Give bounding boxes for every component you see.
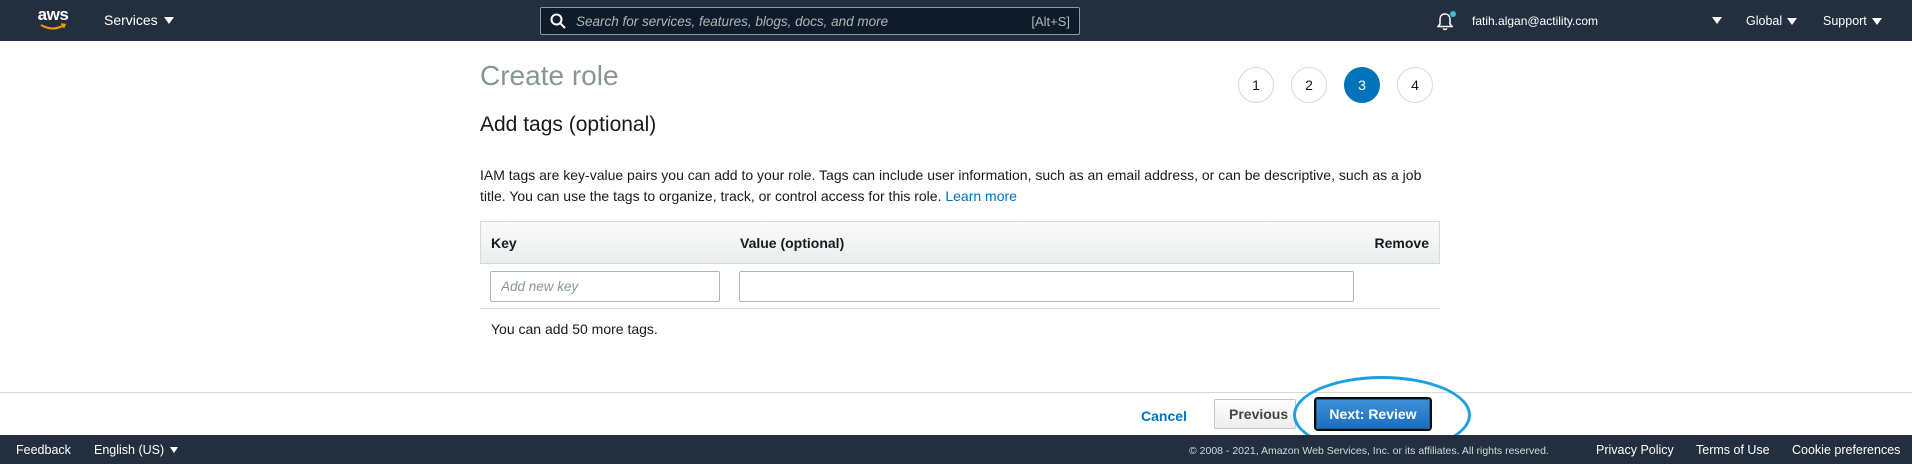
tag-key-input[interactable]	[490, 271, 720, 302]
region-label: Global	[1746, 14, 1783, 28]
region-selector[interactable]: Global	[1746, 14, 1798, 28]
remaining-tags-note: You can add 50 more tags.	[491, 321, 658, 337]
terms-of-use-link[interactable]: Terms of Use	[1696, 443, 1770, 457]
feedback-link[interactable]: Feedback	[16, 443, 71, 457]
caret-down-icon	[1787, 17, 1798, 25]
step-4[interactable]: 4	[1397, 67, 1433, 103]
search-bar[interactable]: [Alt+S]	[540, 7, 1080, 35]
step-2[interactable]: 2	[1291, 67, 1327, 103]
cancel-button[interactable]: Cancel	[1141, 408, 1187, 424]
caret-down-icon	[170, 447, 179, 453]
tag-value-input[interactable]	[739, 271, 1354, 302]
services-label: Services	[104, 12, 158, 28]
next-review-button[interactable]: Next: Review	[1316, 399, 1430, 429]
console-footer: Feedback English (US) © 2008 - 2021, Ama…	[0, 435, 1912, 464]
caret-down-icon	[1871, 17, 1882, 25]
column-header-value: Value (optional)	[740, 235, 845, 251]
privacy-policy-link[interactable]: Privacy Policy	[1596, 443, 1674, 457]
page-title: Create role	[480, 60, 619, 91]
section-title: Add tags (optional)	[480, 113, 657, 136]
top-navigation-bar: aws Services [Alt+S] fatih.algan@actilit…	[0, 0, 1912, 41]
wizard-steps: 1 2 3 4	[1238, 67, 1433, 103]
language-selector[interactable]: English (US)	[94, 443, 179, 457]
aws-smile-icon	[40, 23, 66, 30]
search-shortcut-hint: [Alt+S]	[1031, 13, 1070, 29]
support-label: Support	[1823, 14, 1867, 28]
aws-logo-text: aws	[37, 5, 69, 24]
learn-more-link[interactable]: Learn more	[945, 188, 1017, 204]
services-menu[interactable]: Services	[104, 12, 174, 28]
table-row	[480, 264, 1440, 309]
aws-logo[interactable]: aws	[36, 5, 70, 35]
wizard-actions-bar: Cancel Previous Next: Review	[0, 392, 1912, 435]
previous-button[interactable]: Previous	[1214, 399, 1296, 429]
notification-dot	[1450, 11, 1456, 17]
language-label: English (US)	[94, 443, 165, 457]
step-3-active[interactable]: 3	[1344, 67, 1380, 103]
search-icon	[550, 13, 566, 29]
step-1[interactable]: 1	[1238, 67, 1274, 103]
search-input[interactable]	[576, 13, 1032, 29]
support-menu[interactable]: Support	[1823, 14, 1882, 28]
account-caret-down-icon[interactable]	[1712, 17, 1722, 24]
copyright-text: © 2008 - 2021, Amazon Web Services, Inc.…	[1189, 445, 1549, 457]
caret-down-icon	[163, 16, 174, 24]
tags-table-header: Key Value (optional) Remove	[480, 221, 1440, 264]
account-menu[interactable]: fatih.algan@actility.com	[1472, 14, 1598, 28]
column-header-remove: Remove	[1374, 235, 1429, 251]
tags-table: Key Value (optional) Remove	[480, 221, 1440, 309]
column-header-key: Key	[491, 235, 517, 251]
notifications-bell-icon[interactable]	[1437, 11, 1456, 31]
tags-description: IAM tags are key-value pairs you can add…	[480, 165, 1430, 207]
cookie-preferences-link[interactable]: Cookie preferences	[1792, 443, 1900, 457]
